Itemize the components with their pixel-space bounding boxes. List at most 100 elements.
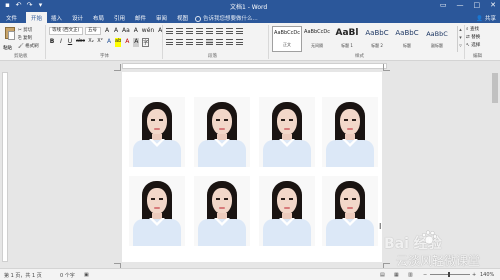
id-photo[interactable] [322,176,378,246]
read-mode-icon[interactable]: ▤ [380,272,385,278]
page-count[interactable]: 第 1 页，共 1 页 [4,272,42,279]
id-photo[interactable] [194,97,250,167]
photo-eye [281,198,285,200]
zoom-out-icon[interactable]: − [423,272,427,278]
style-heading-1[interactable]: AaBl 标题 1 [332,26,362,52]
id-photo[interactable] [322,97,378,167]
pinyin-button[interactable]: wén [142,27,154,34]
id-photo[interactable] [259,176,315,246]
grow-font-button[interactable]: A [104,27,110,34]
zoom-thumb[interactable] [448,272,450,277]
numbering-icon[interactable] [176,28,183,34]
change-case-button[interactable]: Aa [122,27,130,34]
id-photo[interactable] [194,176,250,246]
close-icon[interactable]: ✕ [490,1,496,9]
format-painter-button[interactable]: 🖌 格式刷 [18,43,39,49]
increase-indent-icon[interactable] [206,28,213,34]
highlight-button[interactable]: ab [115,38,122,47]
document-page[interactable] [114,64,390,270]
redo-icon[interactable]: ↷ [26,2,33,9]
tab-file[interactable]: 文件 [6,14,17,22]
style-heading-2[interactable]: AaBbC 标题 2 [362,26,392,52]
style-no-spacing[interactable]: AaBbCcDc 无间隔 [302,26,332,52]
photo-eye [159,119,163,121]
undo-icon[interactable]: ↶ [15,2,22,9]
chinese-layout-icon[interactable] [216,28,223,34]
find-button[interactable]: ⌕ 查找 [466,26,479,32]
print-layout-icon[interactable]: ▦ [394,272,399,278]
web-layout-icon[interactable]: ▥ [408,272,413,278]
multilevel-list-icon[interactable] [186,28,193,34]
tab-mailings[interactable]: 邮件 [135,14,146,22]
id-photo[interactable] [259,97,315,167]
zoom-in-icon[interactable]: + [472,272,476,278]
style-title[interactable]: AaBbC 标题 [392,26,422,52]
vertical-scrollbar[interactable] [491,63,499,268]
style-subtitle[interactable]: AaBbC 副标题 [422,26,452,52]
cut-button[interactable]: ✂ 剪切 [18,27,32,33]
bullets-icon[interactable] [166,28,173,34]
decrease-indent-icon[interactable] [196,28,203,34]
enclose-char-button[interactable]: 字 [142,38,150,47]
id-photo[interactable] [129,176,185,246]
tab-home[interactable]: 开始 [26,12,48,23]
strikethrough-button[interactable]: abc [76,38,85,47]
paste-button[interactable] [4,26,16,44]
shrink-font-button[interactable]: A [113,27,119,34]
tab-insert[interactable]: 插入 [51,14,62,22]
justify-icon[interactable] [196,39,203,45]
tab-review[interactable]: 审阅 [156,14,167,22]
ribbon-options-icon[interactable]: ▭ [440,1,447,9]
align-center-icon[interactable] [176,39,183,45]
zoom-level[interactable]: 140% [480,272,494,278]
tab-design[interactable]: 设计 [72,14,83,22]
customize-icon[interactable]: ▾ [37,2,44,9]
char-shading-button[interactable]: A [133,38,140,47]
subscript-button[interactable]: X₂ [88,38,94,47]
maximize-icon[interactable]: □ [474,1,481,9]
proofing-icon[interactable]: ▣ [84,272,89,278]
sort-icon[interactable] [226,28,233,34]
shading-icon[interactable] [226,39,233,45]
text-effects-button[interactable]: A [106,38,112,47]
window-title: 文档1 - Word [230,4,268,11]
horizontal-ruler[interactable] [122,63,387,69]
tell-me-box[interactable]: 告诉我您想要做什么... [195,14,258,22]
underline-button[interactable]: U [67,38,73,47]
line-spacing-icon[interactable] [216,39,223,45]
share-button[interactable]: 👤 共享 [476,14,496,22]
style-normal[interactable]: AaBbCcDc 正文 [272,26,302,52]
replace-button[interactable]: ⇄ 替换 [466,34,480,40]
scrollbar-thumb[interactable] [492,73,498,103]
copy-button[interactable]: ⎘ 复制 [18,35,32,41]
bold-button[interactable]: B [49,38,55,47]
photo-face [277,109,297,135]
id-photo[interactable] [129,97,185,167]
minimize-icon[interactable]: — [457,1,464,9]
superscript-button[interactable]: X² [97,38,103,47]
show-marks-icon[interactable] [236,28,243,34]
align-left-icon[interactable] [166,39,173,45]
word-count[interactable]: 0 个字 [60,272,75,279]
zoom-slider[interactable] [430,274,470,275]
font-size-select[interactable]: 五号 [85,27,101,35]
borders-icon[interactable] [236,39,243,45]
vertical-ruler[interactable] [2,72,8,262]
styles-group-label: 样式 [355,54,364,59]
tab-layout[interactable]: 布局 [93,14,104,22]
font-row-bottom: B I U abc X₂ X² A ab A A 字 [49,38,150,47]
align-right-icon[interactable] [186,39,193,45]
photo-face [277,188,297,214]
font-color-button[interactable]: A [124,38,130,47]
distributed-icon[interactable] [206,39,213,45]
italic-button[interactable]: I [58,38,64,47]
tab-view[interactable]: 视图 [177,14,188,22]
tab-references[interactable]: 引用 [114,14,125,22]
select-button[interactable]: ↖ 选择 [466,42,480,48]
photo-eye [352,119,356,121]
font-family-select[interactable]: 等线 (西文正) [49,27,83,35]
style-name: 正文 [283,42,291,47]
clear-format-button[interactable]: A [133,27,139,34]
styles-scroll[interactable]: ▴ ▾ ▿ [457,26,463,52]
save-icon[interactable]: ▪ [4,2,11,9]
